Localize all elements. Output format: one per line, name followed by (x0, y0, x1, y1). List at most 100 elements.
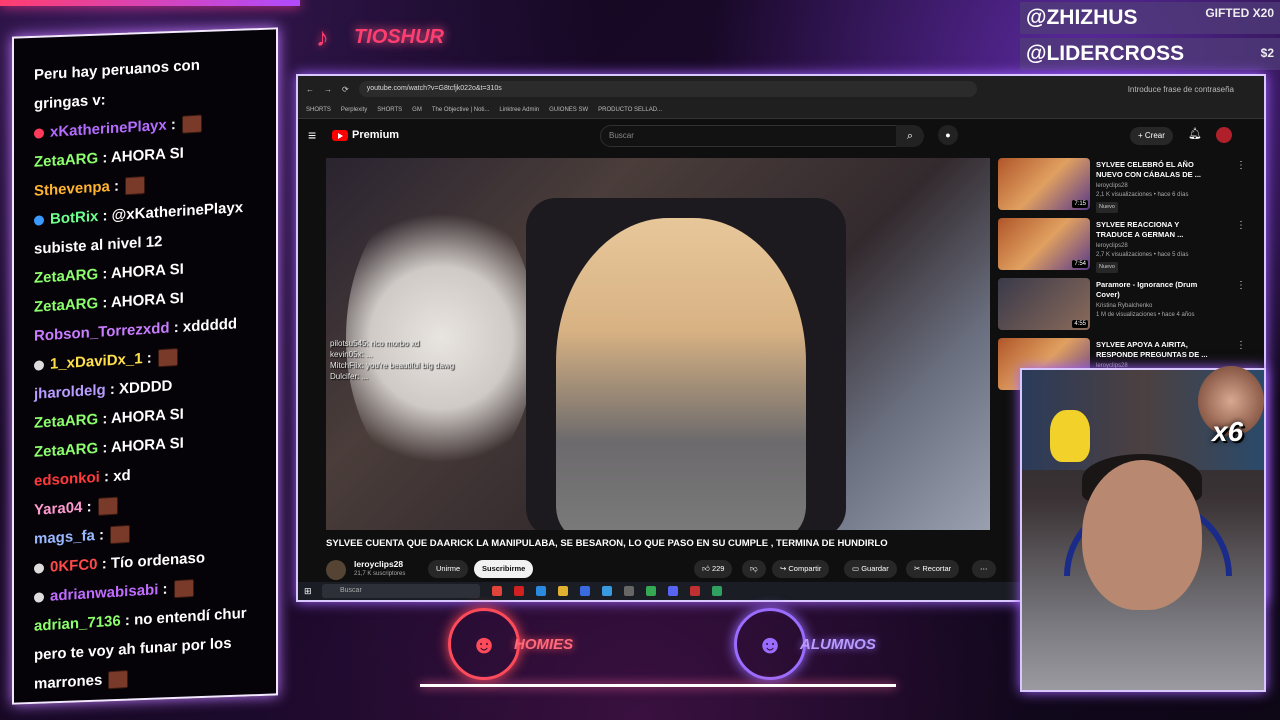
recommended-channel[interactable]: leroyclips28 (1096, 182, 1236, 191)
recommended-channel[interactable]: Kristina Rybalchenko (1096, 302, 1236, 311)
overlay-chat-line: MitchFlix: you're beautiful big dawg (330, 361, 455, 370)
chat-text: : no entendí chur (124, 604, 247, 630)
chat-username[interactable]: ZetaARG (34, 440, 98, 461)
opera-icon[interactable] (514, 586, 524, 596)
sub-name: @LIDERCROSS (1026, 42, 1185, 65)
youtube-search-input[interactable]: Buscar (600, 125, 902, 147)
chat-username[interactable]: Sthevenpa (34, 178, 110, 200)
dislike-button[interactable]: 👎︎ (742, 560, 766, 578)
emote-icon (125, 176, 146, 196)
store-icon[interactable] (580, 586, 590, 596)
bookmark-item[interactable]: Linktree Admin (499, 107, 539, 113)
channel-row: leroyclips28 21,7 K suscriptores Unirme … (326, 558, 996, 582)
more-options-icon[interactable]: ⋮ (1236, 340, 1246, 351)
recommended-title[interactable]: Paramore - Ignorance (Drum Cover) (1096, 280, 1216, 300)
youtube-logo[interactable]: Premium (332, 129, 399, 141)
folder-icon[interactable] (558, 586, 568, 596)
subscribe-button[interactable]: Suscribirme (474, 560, 534, 578)
video-thumbnail[interactable]: 7:15 (998, 158, 1090, 210)
new-badge: Nuevo (1096, 202, 1118, 213)
recommended-channel[interactable]: leroyclips28 (1096, 242, 1236, 251)
clip-button[interactable]: ✂ Recortar (906, 560, 960, 578)
bookmark-item[interactable]: PRODUCTO SELLAD... (598, 107, 662, 113)
chat-username[interactable]: ZetaARG (34, 150, 98, 171)
taskbar-search-input[interactable]: Buscar (322, 584, 480, 598)
bookmark-item[interactable]: GM (412, 107, 422, 113)
chat-username[interactable]: ZetaARG (34, 266, 98, 287)
video-player[interactable]: pilotsu545: rico morbo xd kevin05x: ... Mi… (326, 158, 990, 530)
chat-username[interactable]: 0KFC0 (50, 556, 98, 576)
save-button[interactable]: ▭ Guardar (844, 560, 897, 578)
app-icon[interactable] (602, 586, 612, 596)
recommended-views: 2,7 K visualizaciones • hace 5 días (1096, 252, 1189, 258)
recommended-video[interactable]: 4:55 Paramore - Ignorance (Drum Cover) Kri… (998, 278, 1260, 338)
sub-amount: GIFTED X20 (1205, 6, 1274, 20)
obs-icon[interactable] (624, 586, 634, 596)
chat-username[interactable]: Yara04 (34, 499, 82, 519)
tiktok-handle: ♪ TIOSHUR (316, 20, 444, 54)
video-duration: 4:55 (1072, 320, 1088, 328)
chat-username[interactable]: 1_xDaviDx_1 (50, 350, 143, 373)
bell-icon[interactable]: 🔔︎ (1188, 127, 1202, 140)
channel-avatar[interactable] (326, 560, 346, 580)
chat-text: : @xKatherinePlayx (102, 199, 244, 225)
back-icon[interactable]: ← (306, 85, 314, 94)
windows-start-icon[interactable]: ⊞ (304, 586, 312, 597)
video-thumbnail[interactable]: 4:55 (998, 278, 1090, 330)
more-options-icon[interactable]: ⋮ (1236, 280, 1246, 291)
pikachu-plush (1050, 410, 1090, 462)
chrome-icon[interactable] (646, 586, 656, 596)
more-options-icon[interactable]: ⋮ (1236, 220, 1246, 231)
bookmark-item[interactable]: SHORTS (306, 107, 331, 113)
create-label: Crear (1144, 131, 1165, 140)
recommended-video[interactable]: 7:54 SYLVEE REACCIONA Y TRADUCE A GERMAN … (998, 218, 1260, 278)
edge-icon[interactable] (536, 586, 546, 596)
recommended-title[interactable]: SYLVEE CELEBRÓ EL AÑO NUEVO CON CÁBALAS … (1096, 160, 1216, 180)
chat-username[interactable]: adrianwabisabi (50, 581, 158, 605)
chat-username[interactable]: adrian_7136 (34, 612, 121, 634)
bookmarks-bar: SHORTS Perplexity SHORTS GM The Objective | … (298, 102, 1264, 119)
brave-icon[interactable] (492, 586, 502, 596)
discord-icon[interactable] (668, 586, 678, 596)
bookmark-item[interactable]: The Objective | Noti... (432, 107, 490, 113)
password-hint[interactable]: Introduce frase de contraseña (1128, 85, 1234, 94)
join-button[interactable]: Unirme (428, 560, 469, 578)
chat-username[interactable]: ZetaARG (34, 295, 98, 316)
recommended-title[interactable]: SYLVEE REACCIONA Y TRADUCE A GERMAN ... (1096, 220, 1216, 240)
search-icon[interactable]: ⌕ (896, 125, 924, 147)
like-button[interactable]: 👍︎ 229 (694, 560, 733, 578)
channel-name[interactable]: leroyclips28 (354, 559, 403, 569)
youtube-header: ≡ Premium Buscar ⌕ ● + Crear 🔔︎ (298, 119, 1264, 151)
chat-username[interactable]: jharoldelg (34, 381, 106, 402)
mic-icon[interactable]: ● (938, 125, 958, 145)
bookmark-item[interactable]: Perplexity (341, 107, 367, 113)
avatar[interactable] (1216, 127, 1232, 143)
url-field[interactable]: youtube.com/watch?v=G8tcfjk022o&t=310s (358, 81, 977, 97)
chat-username[interactable]: Robson_Torrezxdd (34, 319, 170, 344)
recommended-title[interactable]: SYLVEE APOYA A AIRITA, RESPONDE PREGUNTA… (1096, 340, 1216, 360)
bookmark-item[interactable]: SHORTS (377, 107, 402, 113)
share-button[interactable]: ↪ Compartir (772, 560, 830, 578)
taskbar-icons (492, 586, 722, 596)
chat-username[interactable]: ZetaARG (34, 411, 98, 432)
recommended-meta: Kristina Rybalchenko 1 M de visualizacion… (1096, 302, 1236, 320)
create-button[interactable]: + Crear (1130, 127, 1173, 145)
chat-username[interactable]: edsonkoi (34, 469, 100, 490)
overlay-chat-line: pilotsu545: rico morbo xd (330, 339, 420, 348)
more-icon[interactable]: ⋯ (972, 560, 996, 578)
recommended-video[interactable]: 7:15 SYLVEE CELEBRÓ EL AÑO NUEVO CON CÁBA… (998, 158, 1260, 218)
bookmark-item[interactable]: GUIONES SW (549, 107, 588, 113)
app-icon[interactable] (712, 586, 722, 596)
forward-icon[interactable]: → (324, 85, 332, 94)
chat-username[interactable]: mags_fa (34, 527, 95, 548)
save-icon: ▭ (852, 564, 860, 573)
chat-username[interactable]: xKatherinePlayx (50, 117, 167, 141)
menu-icon[interactable]: ≡ (308, 127, 326, 143)
chat-text: : AHORA SI (102, 144, 184, 167)
chat-text: gringas v: (34, 91, 106, 113)
video-thumbnail[interactable]: 7:54 (998, 218, 1090, 270)
more-options-icon[interactable]: ⋮ (1236, 160, 1246, 171)
pokeball-icon[interactable] (690, 586, 700, 596)
chat-username[interactable]: BotRix (50, 208, 98, 228)
reload-icon[interactable]: ⟳ (342, 85, 349, 94)
